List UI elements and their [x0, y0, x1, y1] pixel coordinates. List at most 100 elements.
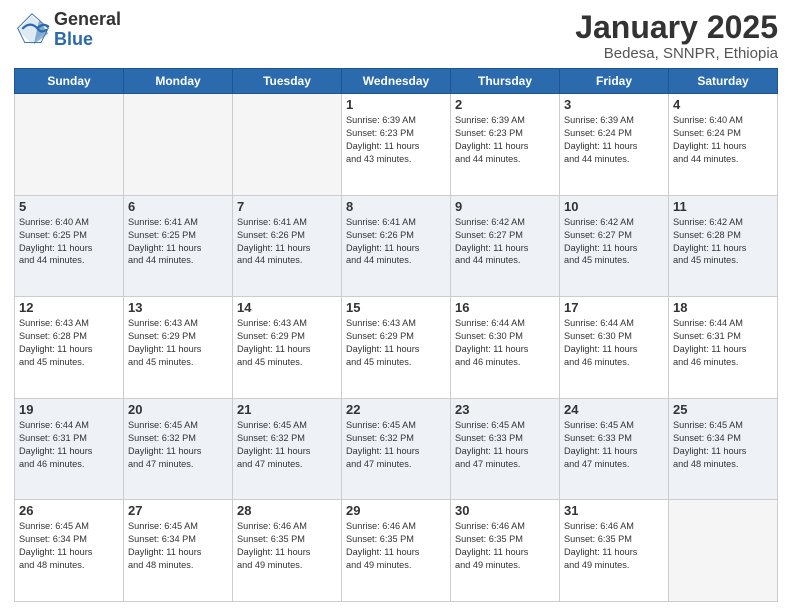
table-row [669, 500, 778, 602]
table-row: 24 Sunrise: 6:45 AMSunset: 6:33 PMDayligh… [560, 398, 669, 500]
day-number: 6 [128, 199, 228, 214]
table-row [124, 94, 233, 196]
header-sunday: Sunday [15, 69, 124, 94]
calendar-week-row: 19Sunrise: 6:44 AMSunset: 6:31 PMDayligh… [15, 398, 778, 500]
day-number: 5 [19, 199, 119, 214]
table-row: 20 Sunrise: 6:45 AMSunset: 6:32 PMDayligh… [124, 398, 233, 500]
day-number: 26 [19, 503, 119, 518]
table-row: 19Sunrise: 6:44 AMSunset: 6:31 PMDayligh… [15, 398, 124, 500]
day-number: 13 [128, 300, 228, 315]
table-row: 1 Sunrise: 6:39 AMSunset: 6:23 PMDaylight… [342, 94, 451, 196]
day-number: 19 [19, 402, 119, 417]
day-number: 1 [346, 97, 446, 112]
day-number: 24 [564, 402, 664, 417]
header-monday: Monday [124, 69, 233, 94]
location: Bedesa, SNNPR, Ethiopia [575, 45, 778, 62]
day-info: Sunrise: 6:45 AMSunset: 6:32 PMDaylight:… [346, 419, 446, 471]
table-row: 29 Sunrise: 6:46 AMSunset: 6:35 PMDayligh… [342, 500, 451, 602]
day-info: Sunrise: 6:45 AMSunset: 6:32 PMDaylight:… [128, 419, 228, 471]
header-saturday: Saturday [669, 69, 778, 94]
day-number: 29 [346, 503, 446, 518]
header-wednesday: Wednesday [342, 69, 451, 94]
logo-icon [14, 12, 50, 48]
title-block: January 2025 Bedesa, SNNPR, Ethiopia [575, 10, 778, 62]
day-info: Sunrise: 6:46 AMSunset: 6:35 PMDaylight:… [237, 520, 337, 572]
day-info: Sunrise: 6:41 AMSunset: 6:25 PMDaylight:… [128, 216, 228, 268]
day-number: 3 [564, 97, 664, 112]
table-row [233, 94, 342, 196]
day-number: 28 [237, 503, 337, 518]
logo: General Blue [14, 10, 121, 50]
day-info: Sunrise: 6:43 AMSunset: 6:29 PMDaylight:… [237, 317, 337, 369]
day-number: 22 [346, 402, 446, 417]
day-info: Sunrise: 6:44 AMSunset: 6:30 PMDaylight:… [564, 317, 664, 369]
table-row: 15Sunrise: 6:43 AMSunset: 6:29 PMDayligh… [342, 297, 451, 399]
day-info: Sunrise: 6:41 AMSunset: 6:26 PMDaylight:… [237, 216, 337, 268]
day-info: Sunrise: 6:45 AMSunset: 6:34 PMDaylight:… [19, 520, 119, 572]
day-info: Sunrise: 6:45 AMSunset: 6:33 PMDaylight:… [455, 419, 555, 471]
day-number: 9 [455, 199, 555, 214]
day-info: Sunrise: 6:45 AMSunset: 6:32 PMDaylight:… [237, 419, 337, 471]
table-row: 22 Sunrise: 6:45 AMSunset: 6:32 PMDayligh… [342, 398, 451, 500]
day-number: 27 [128, 503, 228, 518]
table-row: 12Sunrise: 6:43 AMSunset: 6:28 PMDayligh… [15, 297, 124, 399]
day-number: 4 [673, 97, 773, 112]
table-row [15, 94, 124, 196]
table-row: 11 Sunrise: 6:42 AMSunset: 6:28 PMDayligh… [669, 195, 778, 297]
table-row: 5 Sunrise: 6:40 AMSunset: 6:25 PMDaylight… [15, 195, 124, 297]
table-row: 18 Sunrise: 6:44 AMSunset: 6:31 PMDayligh… [669, 297, 778, 399]
logo-text: General Blue [54, 10, 121, 50]
day-info: Sunrise: 6:39 AMSunset: 6:23 PMDaylight:… [346, 114, 446, 166]
table-row: 8 Sunrise: 6:41 AMSunset: 6:26 PMDaylight… [342, 195, 451, 297]
day-info: Sunrise: 6:39 AMSunset: 6:23 PMDaylight:… [455, 114, 555, 166]
table-row: 10 Sunrise: 6:42 AMSunset: 6:27 PMDayligh… [560, 195, 669, 297]
table-row: 3Sunrise: 6:39 AMSunset: 6:24 PMDaylight… [560, 94, 669, 196]
table-row: 30Sunrise: 6:46 AMSunset: 6:35 PMDayligh… [451, 500, 560, 602]
day-number: 16 [455, 300, 555, 315]
header-tuesday: Tuesday [233, 69, 342, 94]
day-info: Sunrise: 6:42 AMSunset: 6:27 PMDaylight:… [564, 216, 664, 268]
day-number: 2 [455, 97, 555, 112]
header-friday: Friday [560, 69, 669, 94]
day-info: Sunrise: 6:43 AMSunset: 6:28 PMDaylight:… [19, 317, 119, 369]
day-info: Sunrise: 6:46 AMSunset: 6:35 PMDaylight:… [455, 520, 555, 572]
day-info: Sunrise: 6:40 AMSunset: 6:24 PMDaylight:… [673, 114, 773, 166]
day-number: 8 [346, 199, 446, 214]
day-info: Sunrise: 6:40 AMSunset: 6:25 PMDaylight:… [19, 216, 119, 268]
day-number: 20 [128, 402, 228, 417]
table-row: 28 Sunrise: 6:46 AMSunset: 6:35 PMDayligh… [233, 500, 342, 602]
calendar-table: Sunday Monday Tuesday Wednesday Thursday… [14, 68, 778, 602]
table-row: 14Sunrise: 6:43 AMSunset: 6:29 PMDayligh… [233, 297, 342, 399]
day-number: 10 [564, 199, 664, 214]
table-row: 23 Sunrise: 6:45 AMSunset: 6:33 PMDayligh… [451, 398, 560, 500]
day-number: 31 [564, 503, 664, 518]
day-info: Sunrise: 6:41 AMSunset: 6:26 PMDaylight:… [346, 216, 446, 268]
day-info: Sunrise: 6:45 AMSunset: 6:33 PMDaylight:… [564, 419, 664, 471]
table-row: 21 Sunrise: 6:45 AMSunset: 6:32 PMDayligh… [233, 398, 342, 500]
table-row: 16 Sunrise: 6:44 AMSunset: 6:30 PMDayligh… [451, 297, 560, 399]
day-info: Sunrise: 6:43 AMSunset: 6:29 PMDaylight:… [346, 317, 446, 369]
table-row: 17 Sunrise: 6:44 AMSunset: 6:30 PMDayligh… [560, 297, 669, 399]
day-info: Sunrise: 6:46 AMSunset: 6:35 PMDaylight:… [346, 520, 446, 572]
header: General Blue January 2025 Bedesa, SNNPR,… [14, 10, 778, 62]
logo-general-text: General [54, 10, 121, 30]
day-number: 7 [237, 199, 337, 214]
month-title: January 2025 [575, 10, 778, 45]
day-info: Sunrise: 6:45 AMSunset: 6:34 PMDaylight:… [128, 520, 228, 572]
day-info: Sunrise: 6:44 AMSunset: 6:30 PMDaylight:… [455, 317, 555, 369]
day-info: Sunrise: 6:46 AMSunset: 6:35 PMDaylight:… [564, 520, 664, 572]
table-row: 27 Sunrise: 6:45 AMSunset: 6:34 PMDayligh… [124, 500, 233, 602]
table-row: 31 Sunrise: 6:46 AMSunset: 6:35 PMDayligh… [560, 500, 669, 602]
day-number: 18 [673, 300, 773, 315]
day-number: 11 [673, 199, 773, 214]
calendar-week-row: 1 Sunrise: 6:39 AMSunset: 6:23 PMDaylight… [15, 94, 778, 196]
day-number: 23 [455, 402, 555, 417]
day-info: Sunrise: 6:42 AMSunset: 6:27 PMDaylight:… [455, 216, 555, 268]
day-number: 17 [564, 300, 664, 315]
calendar-week-row: 26 Sunrise: 6:45 AMSunset: 6:34 PMDayligh… [15, 500, 778, 602]
table-row: 9 Sunrise: 6:42 AMSunset: 6:27 PMDaylight… [451, 195, 560, 297]
day-number: 21 [237, 402, 337, 417]
header-thursday: Thursday [451, 69, 560, 94]
day-info: Sunrise: 6:42 AMSunset: 6:28 PMDaylight:… [673, 216, 773, 268]
day-info: Sunrise: 6:44 AMSunset: 6:31 PMDaylight:… [673, 317, 773, 369]
